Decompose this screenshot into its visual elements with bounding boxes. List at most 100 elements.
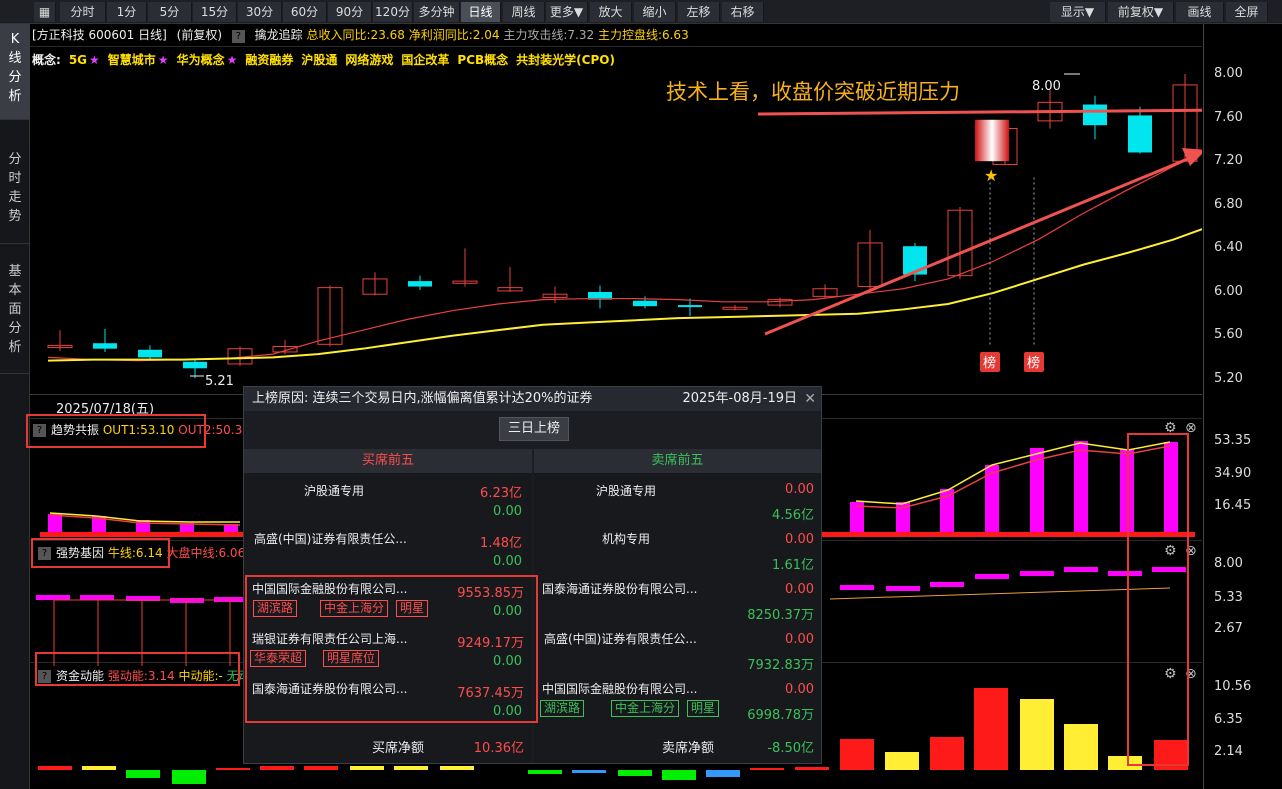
sell-amount: 0.00 xyxy=(493,554,522,569)
sell-seat-name: 国泰海通证券股份有限公司... xyxy=(542,582,698,596)
display-dropdown[interactable]: 显示▼ xyxy=(1050,2,1106,22)
indicator-bar xyxy=(706,770,740,777)
indicator-bar xyxy=(350,766,384,770)
indicator-bar xyxy=(440,766,474,770)
indicator-bar xyxy=(1064,567,1098,572)
axis-tick: 5.33 xyxy=(1214,590,1243,605)
period-button[interactable]: 120分 xyxy=(373,2,413,22)
stock-title: [方正科技 600601 日线] xyxy=(32,28,167,42)
limit-up-candle xyxy=(975,119,1009,162)
price-axis-divider xyxy=(1203,24,1204,789)
period-button[interactable]: 1分 xyxy=(107,2,147,22)
price-tick: 6.80 xyxy=(1214,196,1243,212)
tab-label: 分时走势 xyxy=(8,152,22,224)
axis-tick: 34.90 xyxy=(1214,466,1252,481)
indicator-bar xyxy=(126,770,160,778)
indicator-bar xyxy=(1020,699,1054,770)
sell-amount: 1.61亿 xyxy=(772,558,814,573)
seat-tag[interactable]: 明星 xyxy=(687,700,720,717)
period-button[interactable]: 周线 xyxy=(503,2,545,22)
candle xyxy=(183,361,207,369)
annotation-arrow xyxy=(757,108,1202,116)
tab-kline-analysis[interactable]: K线分析 xyxy=(0,24,30,120)
indicator-bar xyxy=(886,586,920,591)
indicator-bar xyxy=(172,770,206,784)
period-button[interactable]: 5分 xyxy=(148,2,192,22)
indicator-bar xyxy=(36,595,70,600)
candle xyxy=(138,349,162,358)
sell-title: 卖席前五 xyxy=(534,449,821,473)
axis-tick: 53.35 xyxy=(1214,433,1252,448)
indicator-bar xyxy=(572,770,606,773)
move-right-button[interactable]: 右移 xyxy=(722,2,764,22)
sell-net-value: -8.50亿 xyxy=(767,741,814,756)
period-button[interactable]: 90分 xyxy=(328,2,372,22)
indicator-bar xyxy=(304,766,338,770)
popup-date: 2025年-08月-19日 xyxy=(682,391,797,406)
period-button[interactable]: 多分钟 xyxy=(414,2,460,22)
highlight-box xyxy=(1127,433,1189,766)
period-button[interactable]: 15分 xyxy=(193,2,237,22)
control-line: 主力控盘线:6.63 xyxy=(597,28,689,42)
ma-red-line xyxy=(47,151,1202,362)
help-icon[interactable]: ? xyxy=(231,30,245,43)
indicator-bar xyxy=(930,582,964,587)
move-left-button[interactable]: 左移 xyxy=(678,2,720,22)
sidebar: K线分析 分时走势 基本面分析 xyxy=(0,24,30,789)
high-price-label: 8.00 xyxy=(1032,79,1061,94)
sell-amount: 8250.37万 xyxy=(747,608,814,623)
indicator-bar xyxy=(618,770,652,776)
candle xyxy=(1128,115,1152,153)
indicator-bar xyxy=(80,595,114,600)
draw-line-button[interactable]: 画线 xyxy=(1176,2,1224,22)
menu-grid-icon[interactable]: ▦ xyxy=(34,2,56,22)
period-button[interactable]: 30分 xyxy=(238,2,282,22)
buy-amount: 0.00 xyxy=(785,582,814,597)
more-dropdown[interactable]: 更多▼ xyxy=(546,2,588,22)
tab-intraday[interactable]: 分时走势 xyxy=(0,144,30,244)
income-growth: 总收入同比:23.68 xyxy=(306,28,405,42)
seat-tag[interactable]: 中金上海分 xyxy=(611,700,680,717)
indicator-bar xyxy=(260,766,294,770)
info-bar: [方正科技 600601 日线] (前复权) ? 擒龙追踪 总收入同比:23.6… xyxy=(32,26,1200,46)
buy-amount: 0.00 xyxy=(785,482,814,497)
adjust-dropdown[interactable]: 前复权▼ xyxy=(1108,2,1174,22)
candle xyxy=(1083,104,1107,126)
close-icon[interactable]: ✕ xyxy=(804,387,816,411)
indicator-bar xyxy=(662,770,696,780)
candle xyxy=(633,300,657,307)
low-price-label: 5.21 xyxy=(205,374,234,389)
period-button[interactable]: 分时 xyxy=(60,2,106,22)
indicator-bar xyxy=(840,585,874,590)
sell-seat-name: 中国国际金融股份有限公司... xyxy=(542,682,698,696)
highlight-box xyxy=(245,575,538,723)
indicator-bar xyxy=(82,766,116,770)
period-button[interactable]: 60分 xyxy=(283,2,327,22)
price-tick: 7.20 xyxy=(1214,153,1243,168)
indicator-bar xyxy=(974,688,1008,770)
bang-marker-label: 榜 xyxy=(983,355,996,371)
adjust-label: (前复权) xyxy=(176,28,223,42)
indicator-bar xyxy=(975,574,1009,579)
sell-amount: 0.00 xyxy=(493,504,522,519)
buy-net-value: 10.36亿 xyxy=(473,741,524,756)
indicator-bar xyxy=(1074,441,1088,532)
period-button-selected[interactable]: 日线 xyxy=(461,2,501,22)
indicator-bar xyxy=(840,739,874,770)
indicator-bar xyxy=(528,770,562,774)
buy-title: 买席前五 xyxy=(244,449,532,473)
axis-tick: 6.35 xyxy=(1214,712,1243,727)
tab-label: 基本面分析 xyxy=(8,264,22,355)
indicator-bar xyxy=(216,768,250,770)
candle xyxy=(408,281,432,287)
fullscreen-button[interactable]: 全屏 xyxy=(1226,2,1268,22)
sell-amount: 7932.83万 xyxy=(747,658,814,673)
seat-tag[interactable]: 湖滨路 xyxy=(540,700,585,717)
zoom-out-button[interactable]: 缩小 xyxy=(634,2,676,22)
buy-amount: 0.00 xyxy=(785,682,814,697)
three-day-button[interactable]: 三日上榜 xyxy=(499,417,569,441)
axis-tick: 8.00 xyxy=(1214,556,1243,571)
tab-fundamentals[interactable]: 基本面分析 xyxy=(0,256,30,374)
buy-amount: 0.00 xyxy=(785,632,814,647)
zoom-in-button[interactable]: 放大 xyxy=(590,2,632,22)
